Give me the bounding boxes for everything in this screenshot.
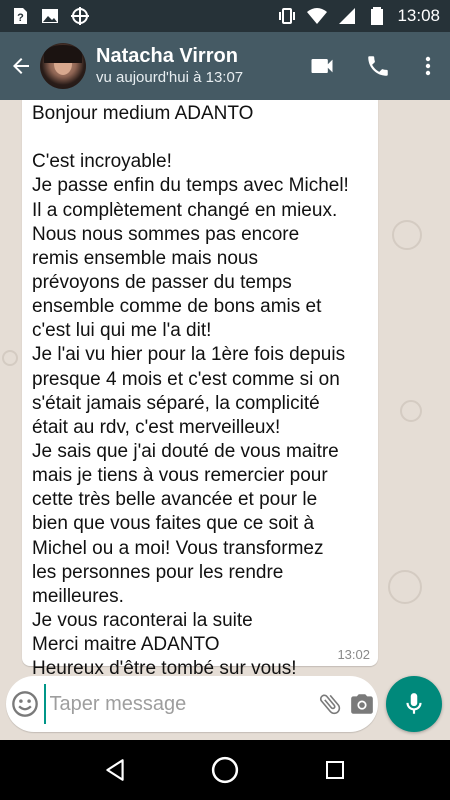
wallpaper-doodle xyxy=(388,570,422,604)
voice-record-button[interactable] xyxy=(386,676,442,732)
question-icon: ? xyxy=(14,8,27,24)
message-composer xyxy=(6,676,378,732)
nav-back-button[interactable] xyxy=(90,745,140,795)
video-camera-icon xyxy=(311,59,333,73)
message-line: meilleures. xyxy=(32,585,124,607)
status-left-icons: ? xyxy=(10,6,90,26)
battery-icon xyxy=(371,7,384,25)
message-line: les personnes pour les rendre xyxy=(32,561,284,583)
header-actions xyxy=(294,38,450,94)
message-line: remis ensemble mais nous xyxy=(32,247,258,269)
wifi-icon xyxy=(307,8,328,24)
wallpaper-doodle xyxy=(400,400,422,422)
message-line: Bonjour medium ADANTO xyxy=(32,103,254,124)
message-line: presque 4 mois et c'est comme si on xyxy=(32,368,340,390)
message-line: bien que vous faites que ce soit à xyxy=(32,513,315,535)
message-text: Bonjour medium ADANTO C'est incroyable! Je… xyxy=(32,102,368,681)
contact-info[interactable]: Natacha Virron vu aujourd'hui à 13:07 xyxy=(96,44,294,88)
home-circle-icon xyxy=(211,756,239,784)
more-options-button[interactable] xyxy=(406,38,450,94)
message-line: ensemble comme de bons amis et xyxy=(32,296,322,318)
message-line: Nous nous sommes pas encore xyxy=(32,223,300,245)
message-line: cette très belle avancée et pour le xyxy=(32,489,318,511)
chat-area[interactable]: Bonjour medium ADANTO C'est incroyable! Je… xyxy=(0,100,450,740)
vibrate-icon xyxy=(279,8,296,24)
message-input[interactable] xyxy=(43,684,315,724)
more-vertical-icon xyxy=(425,56,431,76)
signal-icon xyxy=(339,8,356,24)
message-time: 13:02 xyxy=(337,647,370,662)
status-time: 13:08 xyxy=(397,6,440,25)
svg-text:?: ? xyxy=(17,12,24,24)
message-line: Merci maitre ADANTO xyxy=(32,634,220,656)
chat-header: Natacha Virron vu aujourd'hui à 13:07 xyxy=(0,32,450,100)
system-nav-bar xyxy=(0,740,450,800)
emoji-button[interactable] xyxy=(6,676,44,732)
phone-icon xyxy=(368,56,388,76)
message-line: Il a complètement changé en mieux. xyxy=(32,199,338,221)
message-line: prévoyons de passer du temps xyxy=(32,271,292,293)
message-line: c'est lui qui me l'a dit! xyxy=(32,320,212,342)
avatar[interactable] xyxy=(40,43,86,89)
recents-square-icon xyxy=(326,761,344,779)
status-right-icons: 13:08 xyxy=(277,6,440,26)
status-bar: ? 13:08 xyxy=(0,0,450,32)
smiley-icon xyxy=(11,691,38,717)
message-line: Je vous raconterai la suite xyxy=(32,609,253,631)
image-icon xyxy=(42,9,58,23)
nav-recents-button[interactable] xyxy=(310,745,360,795)
voice-call-button[interactable] xyxy=(350,38,406,94)
message-line: Je sais que j'ai douté de vous maitre xyxy=(32,440,339,462)
message-line: C'est incroyable! xyxy=(32,151,172,173)
arrow-left-icon xyxy=(13,58,29,74)
message-line: Michel ou a moi! Vous transformez xyxy=(32,537,324,559)
last-seen-status: vu aujourd'hui à 13:07 xyxy=(96,69,244,86)
message-line: s'était jamais séparé, la complicité xyxy=(32,392,320,414)
attach-button[interactable] xyxy=(315,676,347,732)
camera-button[interactable] xyxy=(346,676,378,732)
paperclip-icon xyxy=(320,694,341,715)
wallpaper-doodle xyxy=(2,350,18,366)
camera-icon xyxy=(351,694,373,714)
contact-name: Natacha Virron xyxy=(96,45,238,67)
video-call-button[interactable] xyxy=(294,38,350,94)
back-button[interactable] xyxy=(4,46,38,86)
back-triangle-icon xyxy=(106,759,124,781)
message-bubble[interactable]: Bonjour medium ADANTO C'est incroyable! Je… xyxy=(22,100,378,679)
wallpaper-doodle xyxy=(392,220,422,250)
message-line: Je passe enfin du temps avec Michel! xyxy=(32,175,349,197)
nav-home-button[interactable] xyxy=(200,745,250,795)
message-line: était au rdv, c'est merveilleux! xyxy=(32,416,281,438)
message-line xyxy=(32,126,368,150)
microphone-icon xyxy=(406,693,422,714)
message-line: mais je tiens à vous remercier pour xyxy=(32,465,328,487)
crosshair-icon xyxy=(71,7,89,25)
message-line: Je l'ai vu hier pour la 1ère fois depuis xyxy=(32,344,346,366)
